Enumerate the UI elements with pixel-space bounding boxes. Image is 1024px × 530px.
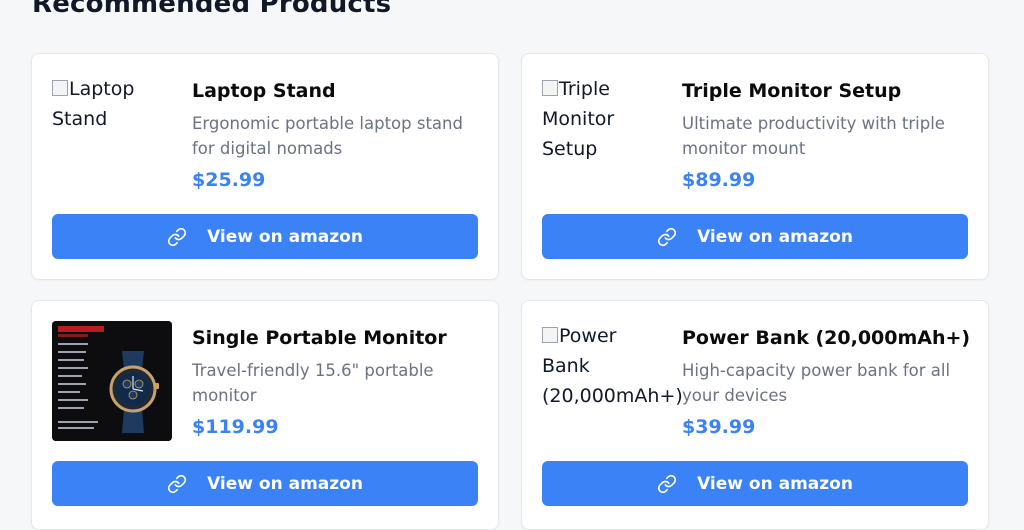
product-card-power-bank: Power Bank (20,000mAh+) Power Bank (20,0… [521,300,989,530]
view-on-amazon-button[interactable]: View on amazon [542,461,968,506]
product-image-broken: Laptop Stand [52,74,172,194]
product-title: Triple Monitor Setup [682,80,902,102]
product-price: $39.99 [682,416,756,438]
product-description: Travel-friendly 15.6" portable monitor [192,361,434,405]
product-card-triple-monitor: Triple Monitor Setup Triple Monitor Setu… [521,53,989,280]
image-alt-text: Power Bank (20,000mAh+) [542,325,683,407]
view-on-amazon-button[interactable]: View on amazon [52,461,478,506]
link-icon [167,474,187,494]
link-icon [167,227,187,247]
view-on-amazon-button[interactable]: View on amazon [542,214,968,259]
link-icon [657,474,677,494]
product-image-broken: Triple Monitor Setup [542,74,662,194]
product-title: Single Portable Monitor [192,327,447,349]
view-on-amazon-button[interactable]: View on amazon [52,214,478,259]
watch-product-photo [52,321,172,441]
product-price: $89.99 [682,169,756,191]
product-image [52,321,172,441]
product-price: $25.99 [192,169,266,191]
product-price: $119.99 [192,416,279,438]
product-title: Laptop Stand [192,80,336,102]
broken-image-icon [52,80,68,96]
broken-image-icon [542,80,558,96]
product-description: High-capacity power bank for all your de… [682,361,951,405]
button-label: View on amazon [697,473,853,494]
section-title: Recommended Products [32,0,392,19]
broken-image-icon [542,327,558,343]
product-description: Ultimate productivity with triple monito… [682,114,945,158]
product-title: Power Bank (20,000mAh+) [682,327,971,349]
product-description: Ergonomic portable laptop stand for digi… [192,114,463,158]
button-label: View on amazon [207,473,363,494]
button-label: View on amazon [697,226,853,247]
product-card-portable-monitor: Single Portable Monitor Travel-friendly … [31,300,499,530]
link-icon [657,227,677,247]
product-card-laptop-stand: Laptop Stand Laptop Stand Ergonomic port… [31,53,499,280]
product-image-broken: Power Bank (20,000mAh+) [542,321,683,441]
button-label: View on amazon [207,226,363,247]
